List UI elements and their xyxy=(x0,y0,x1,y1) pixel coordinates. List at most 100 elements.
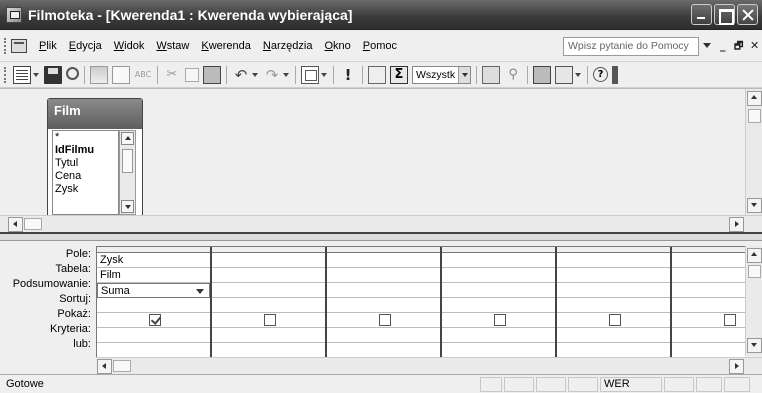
scroll-thumb[interactable] xyxy=(24,218,42,230)
view-icon[interactable] xyxy=(13,65,31,84)
properties-icon[interactable] xyxy=(482,65,501,84)
grid-column[interactable] xyxy=(442,247,557,357)
field-cell[interactable] xyxy=(442,253,555,268)
total-cell[interactable]: Suma xyxy=(97,283,210,298)
criteria-cell[interactable] xyxy=(557,328,670,343)
criteria-cell[interactable] xyxy=(212,328,325,343)
show-cell[interactable] xyxy=(212,313,325,328)
field-cell[interactable]: Zysk xyxy=(97,253,210,268)
field-list-item[interactable]: Cena xyxy=(53,170,118,183)
show-cell[interactable] xyxy=(672,313,746,328)
toolbar-grip-icon[interactable] xyxy=(4,66,7,83)
scroll-thumb[interactable] xyxy=(113,360,131,372)
undo-dropdown-icon[interactable] xyxy=(252,72,258,77)
grid-column[interactable]: Zysk Film Suma xyxy=(97,247,212,357)
total-cell[interactable] xyxy=(672,283,746,298)
total-cell[interactable] xyxy=(327,283,440,298)
field-list-window[interactable]: Film * IdFilmu Tytul Cena Zysk xyxy=(47,98,143,220)
or-cell[interactable] xyxy=(327,343,440,357)
table-cell[interactable] xyxy=(442,268,555,283)
field-list-title[interactable]: Film xyxy=(48,99,142,129)
scroll-down-icon[interactable] xyxy=(121,200,134,213)
table-cell[interactable] xyxy=(212,268,325,283)
scroll-thumb[interactable] xyxy=(122,149,133,173)
field-list-item[interactable]: IdFilmu xyxy=(53,144,118,157)
redo-dropdown-icon[interactable] xyxy=(283,72,289,77)
menu-wstaw[interactable]: Wstaw xyxy=(150,40,195,52)
or-cell[interactable] xyxy=(672,343,746,357)
scroll-down-icon[interactable] xyxy=(747,198,762,213)
total-cell[interactable] xyxy=(442,283,555,298)
file-search-icon[interactable] xyxy=(66,67,79,80)
scroll-down-icon[interactable] xyxy=(747,338,762,353)
criteria-cell[interactable] xyxy=(327,328,440,343)
help-dropdown-arrow-icon[interactable] xyxy=(703,43,711,48)
sort-cell[interactable] xyxy=(327,298,440,313)
cut-icon[interactable]: ✂ xyxy=(163,66,181,84)
undo-icon[interactable]: ↶ xyxy=(232,66,250,84)
sort-cell[interactable] xyxy=(672,298,746,313)
table-cell[interactable] xyxy=(672,268,746,283)
scroll-right-icon[interactable] xyxy=(729,217,744,232)
print-preview-icon[interactable] xyxy=(112,65,130,84)
menu-widok[interactable]: Widok xyxy=(108,40,151,52)
field-cell[interactable] xyxy=(672,253,746,268)
or-cell[interactable] xyxy=(557,343,670,357)
help-icon[interactable]: ? xyxy=(593,67,609,82)
criteria-cell[interactable] xyxy=(97,328,210,343)
menubar-grip-icon[interactable] xyxy=(4,37,7,54)
paste-icon[interactable] xyxy=(203,65,221,84)
run-icon[interactable]: ! xyxy=(339,66,357,84)
pane-splitter[interactable] xyxy=(0,232,762,241)
field-list-scrollbar[interactable] xyxy=(119,130,136,215)
menu-kwerenda[interactable]: Kwerenda xyxy=(195,40,257,52)
minimize-button[interactable] xyxy=(691,4,712,25)
show-checkbox[interactable] xyxy=(494,314,506,326)
table-pane-hscrollbar[interactable] xyxy=(0,215,762,232)
criteria-cell[interactable] xyxy=(442,328,555,343)
view-dropdown-icon[interactable] xyxy=(33,72,39,77)
menu-okno[interactable]: Okno xyxy=(318,40,356,52)
field-list-item[interactable]: * xyxy=(53,131,118,144)
top-values-dropdown-icon[interactable] xyxy=(458,66,471,83)
total-cell[interactable] xyxy=(557,283,670,298)
help-question-input[interactable]: Wpisz pytanie do Pomocy xyxy=(563,37,699,56)
field-cell[interactable] xyxy=(327,253,440,268)
dropdown-arrow-icon[interactable] xyxy=(196,289,204,294)
grid-vscrollbar[interactable] xyxy=(745,246,762,356)
scroll-up-icon[interactable] xyxy=(747,248,762,263)
scroll-left-icon[interactable] xyxy=(97,359,112,374)
spelling-icon[interactable]: ABC xyxy=(134,66,152,84)
field-list-item[interactable]: Tytul xyxy=(53,157,118,170)
table-cell[interactable] xyxy=(557,268,670,283)
builder-icon[interactable]: ⚲ xyxy=(504,66,522,84)
total-cell[interactable] xyxy=(212,283,325,298)
menu-edycja[interactable]: Edycja xyxy=(63,40,108,52)
grid-column[interactable] xyxy=(672,247,746,357)
qbe-grid[interactable]: Zysk Film Suma xyxy=(96,246,746,357)
query-type-dropdown-icon[interactable] xyxy=(321,72,327,77)
table-cell[interactable]: Film xyxy=(97,268,210,283)
new-object-icon[interactable] xyxy=(555,65,574,84)
field-list-item[interactable]: Zysk xyxy=(53,183,118,196)
grid-column[interactable] xyxy=(557,247,672,357)
show-checkbox[interactable] xyxy=(264,314,276,326)
grid-hscrollbar[interactable] xyxy=(96,357,762,374)
scroll-thumb[interactable] xyxy=(748,109,761,123)
access-app-icon[interactable] xyxy=(6,6,22,23)
show-cell[interactable] xyxy=(327,313,440,328)
scroll-right-icon[interactable] xyxy=(729,359,744,374)
doc-restore-button[interactable]: 🗗 xyxy=(734,39,743,56)
scroll-up-icon[interactable] xyxy=(747,91,762,106)
show-checkbox[interactable] xyxy=(379,314,391,326)
maximize-button[interactable] xyxy=(714,4,735,25)
show-checkbox[interactable] xyxy=(149,314,161,326)
doc-close-button[interactable]: ✕ xyxy=(750,39,759,52)
database-window-icon[interactable] xyxy=(533,65,552,84)
show-cell[interactable] xyxy=(557,313,670,328)
criteria-cell[interactable] xyxy=(672,328,746,343)
field-cell[interactable] xyxy=(212,253,325,268)
copy-icon[interactable] xyxy=(185,67,199,82)
scroll-up-icon[interactable] xyxy=(121,132,134,145)
field-list[interactable]: * IdFilmu Tytul Cena Zysk xyxy=(52,130,119,215)
